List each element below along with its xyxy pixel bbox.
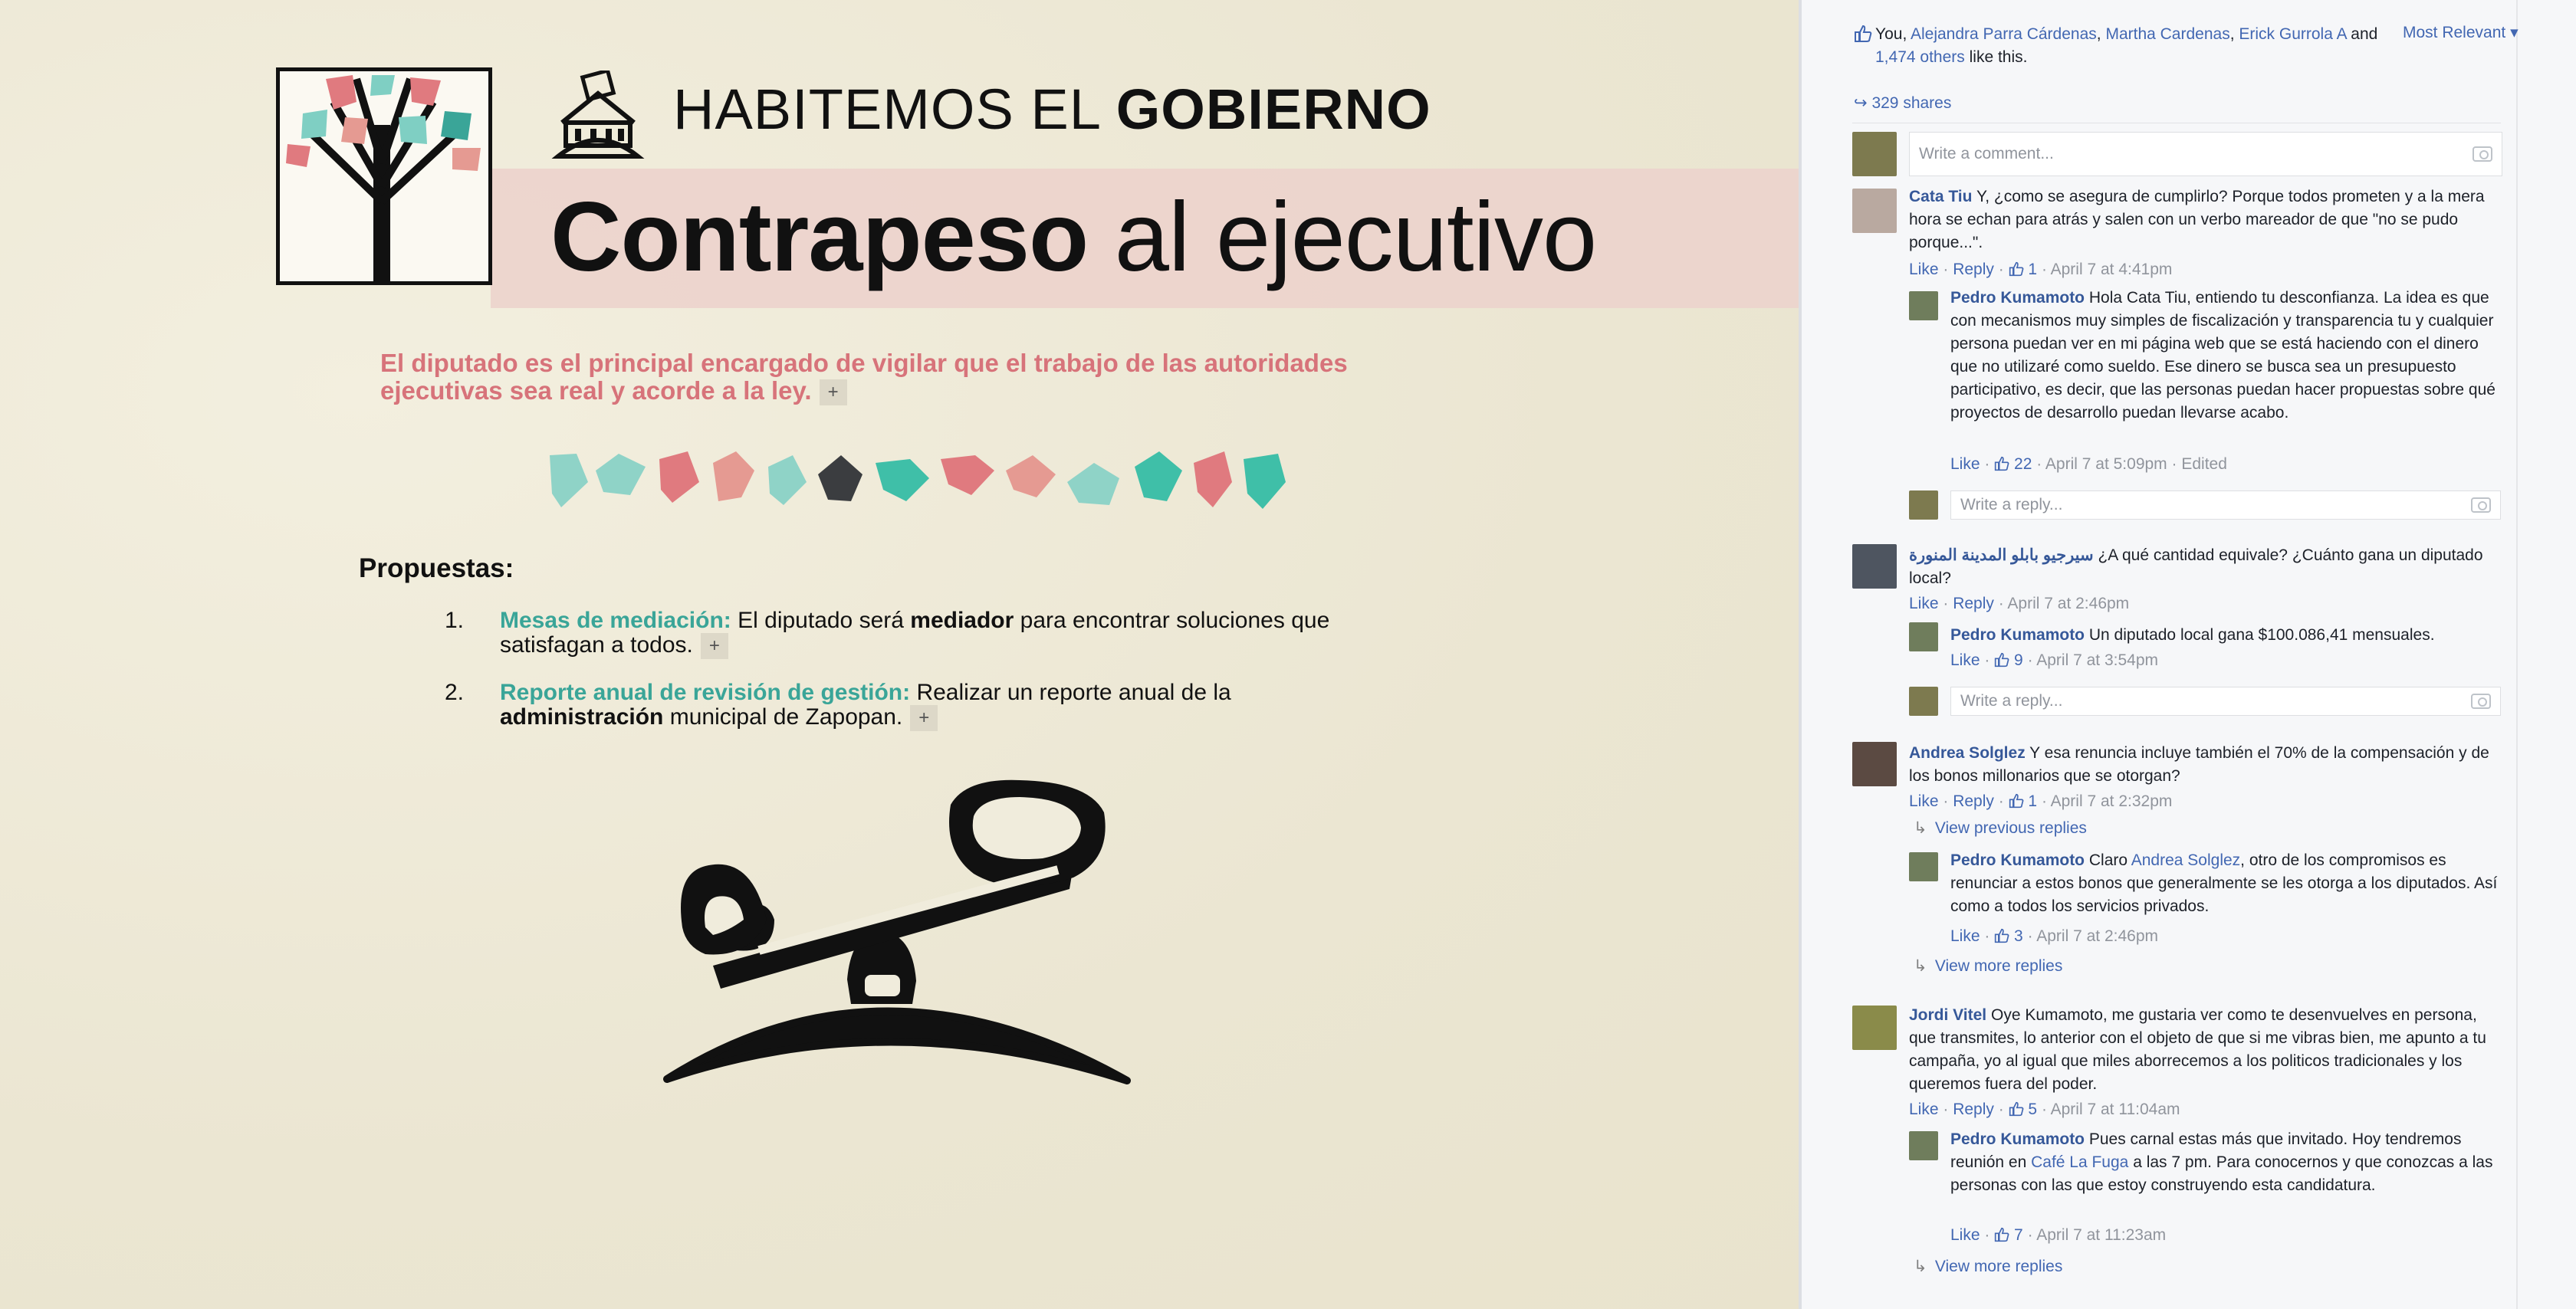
reply-input[interactable]: Write a reply... <box>1950 490 2501 520</box>
expand-button[interactable]: + <box>819 379 847 406</box>
like-button[interactable]: Like <box>1950 927 1980 945</box>
comment-actions: Like · Reply · 1 · April 7 at 2:32pm <box>1909 792 2173 810</box>
government-building-icon <box>550 68 646 161</box>
author-link[interactable]: Pedro Kumamoto <box>1950 289 2085 307</box>
camera-icon[interactable] <box>2471 694 2491 709</box>
view-more-replies[interactable]: ↳ View more replies <box>1914 1257 2062 1276</box>
like-thumb-icon <box>1995 928 2009 943</box>
reply-input[interactable]: Write a reply... <box>1950 687 2501 716</box>
like-thumb-icon <box>2009 261 2024 277</box>
comment: Cata Tiu Y, ¿como se asegura de cumplirl… <box>1909 188 2485 251</box>
like-button[interactable]: Like <box>1909 1101 1939 1118</box>
avatar <box>1909 687 1938 716</box>
propuestas-heading: Propuestas: <box>359 553 514 583</box>
timestamp[interactable]: April 7 at 5:09pm <box>2045 455 2167 473</box>
comment-actions: Like · 9 · April 7 at 3:54pm <box>1950 651 2159 669</box>
like-button[interactable]: Like <box>1909 595 1939 612</box>
expand-button[interactable]: + <box>700 633 728 660</box>
camera-icon[interactable] <box>2472 146 2492 162</box>
reply: Pedro Kumamoto Claro Andrea Solglez, otr… <box>1950 851 2498 915</box>
others-link[interactable]: 1,474 others <box>1875 48 1965 66</box>
like-button[interactable]: Like <box>1950 651 1980 669</box>
avatar <box>1852 544 1897 589</box>
like-thumb-icon <box>1855 25 1872 42</box>
mention-link[interactable]: Café La Fuga <box>2031 1153 2128 1171</box>
comment-actions: Like · Reply · 5 · April 7 at 11:04am <box>1909 1101 2180 1118</box>
infographic-image: HABITEMOS EL GOBIERNO Contrapeso al ejec… <box>0 0 1799 1309</box>
comment-input[interactable]: Write a comment... <box>1909 132 2502 176</box>
timestamp[interactable]: April 7 at 2:46pm <box>2036 927 2158 945</box>
reply-button[interactable]: Reply <box>1953 595 1994 612</box>
author-link[interactable]: سيرجيو بابلو المدينة المنورة <box>1909 546 2094 564</box>
reply-arrow-icon: ↳ <box>1914 819 1927 837</box>
like-button[interactable]: Like <box>1909 261 1939 278</box>
comment-actions: Like · 22 · April 7 at 5:09pm · Edited <box>1950 455 2227 473</box>
comment: سيرجيو بابلو المدينة المنورة ¿A qué cant… <box>1909 546 2483 587</box>
reply: Pedro Kumamoto Pues carnal estas más que… <box>1950 1130 2493 1194</box>
headline: Contrapeso al ejecutivo <box>550 182 1597 292</box>
avatar <box>1909 852 1938 881</box>
tree-logo <box>276 67 492 285</box>
author-link[interactable]: Pedro Kumamoto <box>1950 626 2085 644</box>
author-link[interactable]: Pedro Kumamoto <box>1950 1130 2085 1148</box>
likes-summary: You, Alejandra Parra Cárdenas, Martha Ca… <box>1875 25 2378 66</box>
campaign-title: HABITEMOS EL GOBIERNO <box>673 77 1431 141</box>
facebook-comments-panel: You, Alejandra Parra Cárdenas, Martha Ca… <box>1802 0 2576 1309</box>
avatar <box>1909 622 1938 651</box>
comment-actions: Like · Reply · 1 · April 7 at 4:41pm <box>1909 261 2173 278</box>
view-previous-replies[interactable]: ↳ View previous replies <box>1914 819 2087 838</box>
avatar <box>1852 132 1897 176</box>
author-link[interactable]: Pedro Kumamoto <box>1950 851 2085 869</box>
timestamp[interactable]: April 7 at 11:04am <box>2051 1101 2180 1118</box>
timestamp[interactable]: April 7 at 4:41pm <box>2051 261 2173 278</box>
comment-actions: Like · 3 · April 7 at 2:46pm <box>1950 927 2159 945</box>
comment: Andrea Solglez Y esa renuncia incluye ta… <box>1909 744 2489 785</box>
reply: Pedro Kumamoto Un diputado local gana $1… <box>1950 626 2435 644</box>
like-button[interactable]: Like <box>1909 792 1939 810</box>
intro-text: El diputado es el principal encargado de… <box>380 349 1348 406</box>
sort-dropdown[interactable]: Most Relevant ▾ <box>2403 23 2518 42</box>
timestamp[interactable]: April 7 at 2:46pm <box>2007 595 2129 612</box>
reply-arrow-icon: ↳ <box>1914 957 1927 975</box>
like-button[interactable]: Like <box>1950 455 1980 473</box>
like-thumb-icon <box>2009 793 2024 809</box>
reply-arrow-icon: ↳ <box>1914 1258 1927 1275</box>
mention-link[interactable]: Andrea Solglez <box>2131 851 2240 869</box>
comment-actions: Like · 7 · April 7 at 11:23am <box>1950 1226 2167 1244</box>
shares-link[interactable]: ↪ 329 shares <box>1854 94 1951 113</box>
reply: Pedro Kumamoto Hola Cata Tiu, entiendo t… <box>1950 289 2496 422</box>
author-link[interactable]: Cata Tiu <box>1909 188 1972 205</box>
timestamp[interactable]: April 7 at 11:23am <box>2036 1226 2166 1244</box>
reply-button[interactable]: Reply <box>1953 1101 1994 1118</box>
liker-link[interactable]: Erick Gurrola A <box>2239 25 2346 43</box>
comment: Jordi Vitel Oye Kumamoto, me gustaria ve… <box>1909 1006 2486 1093</box>
share-icon: ↪ <box>1854 94 1868 112</box>
like-thumb-icon <box>2009 1101 2024 1117</box>
like-thumb-icon <box>1995 652 2009 668</box>
author-link[interactable]: Jordi Vitel <box>1909 1006 1986 1024</box>
avatar <box>1909 490 1938 520</box>
expand-button[interactable]: + <box>910 705 938 732</box>
view-more-replies[interactable]: ↳ View more replies <box>1914 956 2062 976</box>
seesaw-icon <box>663 779 1131 1084</box>
avatar <box>1852 189 1897 233</box>
like-button[interactable]: Like <box>1950 1226 1980 1244</box>
reply-button[interactable]: Reply <box>1953 261 1994 278</box>
avatar <box>1909 1131 1938 1160</box>
comment-actions: Like · Reply · April 7 at 2:46pm <box>1909 595 2130 612</box>
timestamp[interactable]: April 7 at 3:54pm <box>2036 651 2158 669</box>
liker-link[interactable]: Alejandra Parra Cárdenas <box>1911 25 2097 43</box>
camera-icon[interactable] <box>2471 497 2491 513</box>
avatar <box>1909 291 1938 320</box>
reply-button[interactable]: Reply <box>1953 792 1994 810</box>
timestamp[interactable]: April 7 at 2:32pm <box>2051 792 2173 810</box>
liker-link[interactable]: Martha Cardenas <box>2105 25 2229 43</box>
gem-divider <box>550 451 1286 509</box>
like-thumb-icon <box>1995 1227 2009 1242</box>
chevron-down-icon: ▾ <box>2510 24 2518 41</box>
avatar <box>1852 1006 1897 1050</box>
avatar <box>1852 742 1897 786</box>
like-thumb-icon <box>1995 456 2009 471</box>
author-link[interactable]: Andrea Solglez <box>1909 744 2026 762</box>
